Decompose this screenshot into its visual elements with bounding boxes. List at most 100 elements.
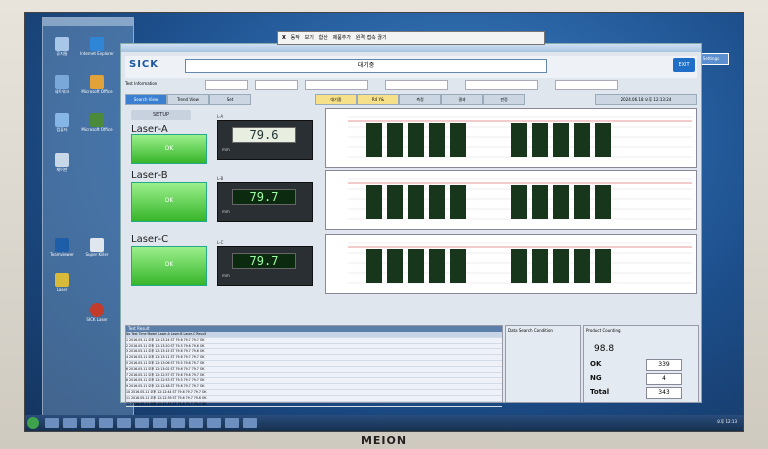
desktop-icon-ie[interactable]: Internet Explorer <box>80 37 114 56</box>
taskbar-app5-icon[interactable] <box>171 418 185 428</box>
desktop-icon-network[interactable]: 네트워크 <box>45 75 79 94</box>
laser-a-ok-panel: OK <box>131 134 207 164</box>
status-judge: 판정 <box>483 94 525 105</box>
info-field-5[interactable] <box>465 80 538 90</box>
desktop-icon-laser[interactable]: Laser <box>45 273 79 292</box>
toolbar-disconnect[interactable]: 원격 접속 끊기 <box>356 35 387 41</box>
tab-search-view[interactable]: Search View <box>125 94 167 105</box>
laser-c-ok-panel: OK <box>131 246 207 286</box>
pulse-bar <box>387 185 403 219</box>
taskbar-clock: 오후 12:13 <box>716 419 737 424</box>
desktop-icon-teamviewer[interactable]: Teamviewer <box>45 238 79 257</box>
taskbar-app8-icon[interactable] <box>225 418 239 428</box>
status-r4: R4 Y& <box>357 94 399 105</box>
taskbar-app4-icon[interactable] <box>153 418 167 428</box>
ok-count-label: OK <box>590 360 602 368</box>
toolbar-view[interactable]: 보기 <box>305 35 314 41</box>
ng-count-value: 4 <box>646 373 682 385</box>
total-count-value: 343 <box>646 387 682 399</box>
laser-a-plot <box>325 108 697 168</box>
laser-row-c: Laser-C OK L-C 79.7 mm <box>125 232 697 294</box>
pulse-bar <box>450 249 466 283</box>
desktop-icon-superkiller[interactable]: Super Killer <box>80 238 114 257</box>
laser-row-a: SETUP Laser-A OK L-A 79.6 mm <box>125 106 697 168</box>
desktop-icon-recycle[interactable]: 휴지통 <box>45 37 79 56</box>
test-info-row: Test Information <box>125 80 697 90</box>
info-field-1[interactable] <box>205 80 248 90</box>
app-header: SICK 대기중 EXIT <box>125 56 697 78</box>
monitor-bezel: 휴지통 Internet Explorer 네트워크 Microsoft Off… <box>0 0 768 449</box>
pulse-bar <box>532 123 548 157</box>
pulse-bar <box>553 185 569 219</box>
tab-trend-view[interactable]: Trend View <box>167 94 209 105</box>
pulse-bar <box>574 249 590 283</box>
pulse-bar <box>595 185 611 219</box>
taskbar-app9-icon[interactable] <box>243 418 257 428</box>
ok-count-value: 339 <box>646 359 682 371</box>
pulse-bar <box>429 185 445 219</box>
taskbar-app2-icon[interactable] <box>117 418 131 428</box>
monitor-brand-logo: MEION <box>360 434 408 447</box>
info-field-2[interactable] <box>255 80 298 90</box>
windows-taskbar: 오후 12:13 <box>25 415 743 431</box>
taskbar-app-icon[interactable] <box>99 418 113 428</box>
taskbar-media-icon[interactable] <box>81 418 95 428</box>
taskbar-app7-icon[interactable] <box>207 418 221 428</box>
pulse-bar <box>366 123 382 157</box>
status-waiting: 대기중 <box>315 94 357 105</box>
pulse-bar <box>553 123 569 157</box>
exit-button[interactable]: EXIT <box>673 58 695 72</box>
laser-a-meter: L-A 79.6 mm <box>217 114 313 160</box>
total-count-label: Total <box>590 388 610 396</box>
result-table: Test Result No Test Time Model Laser-A L… <box>125 325 503 408</box>
bottom-panel: Test Result No Test Time Model Laser-A L… <box>125 325 699 408</box>
pulse-bar <box>574 123 590 157</box>
pulse-bar <box>595 123 611 157</box>
product-counting-panel: Product Counting 98.8 OK 339 NG 4 Total … <box>583 325 699 403</box>
pulse-bar <box>366 185 382 219</box>
desktop-icon-computer[interactable]: 컴퓨터 <box>45 113 79 132</box>
pulse-bar <box>532 249 548 283</box>
pulse-bar <box>511 185 527 219</box>
desktop-icon-office2[interactable]: Microsoft Office <box>80 113 114 132</box>
pulse-bar <box>387 123 403 157</box>
sick-app-window: SICK 대기중 EXIT Test Information Search Vi… <box>120 43 702 408</box>
laser-row-b: Laser-B OK L-B 79.7 mm <box>125 168 697 230</box>
taskbar-app3-icon[interactable] <box>135 418 149 428</box>
taskbar-app6-icon[interactable] <box>189 418 203 428</box>
info-field-4[interactable] <box>385 80 448 90</box>
start-button[interactable] <box>27 417 39 429</box>
info-field-3[interactable] <box>305 80 368 90</box>
pulse-bar <box>511 123 527 157</box>
status-measure: 측정 <box>399 94 441 105</box>
taskbar-folder-icon[interactable] <box>63 418 77 428</box>
taskbar-ie-icon[interactable] <box>45 418 59 428</box>
desktop-icon-office[interactable]: Microsoft Office <box>80 75 114 94</box>
table-row[interactable]: 12 2016.05.11 오후 12:12:35 ST 79.6 79.7 7… <box>126 402 502 408</box>
toolbar-sum[interactable]: 합산 <box>319 35 328 41</box>
pulse-bar <box>532 185 548 219</box>
pulse-bar <box>408 185 424 219</box>
laser-c-meter: L-C 79.7 mm <box>217 240 313 286</box>
pulse-bar <box>553 249 569 283</box>
pulse-bar <box>408 123 424 157</box>
tab-set[interactable]: Set <box>209 94 251 105</box>
toolbar-action[interactable]: 동작 <box>291 35 300 41</box>
view-tabs: Search View Trend View Set 대기중 R4 Y& 측정 … <box>125 94 697 105</box>
laser-b-ok-panel: OK <box>131 182 207 222</box>
ng-count-label: NG <box>590 374 602 382</box>
info-field-6[interactable] <box>555 80 618 90</box>
toolbar-add[interactable]: 제품추가 <box>333 35 351 41</box>
search-condition-title: Data Search Condition <box>508 328 553 333</box>
desktop-icon-sick[interactable]: SICK Laser <box>80 303 114 322</box>
desktop-icon-control[interactable]: 제어판 <box>45 153 79 172</box>
datetime-display: 2024.06.18 오후 12:13:24 <box>595 94 697 105</box>
laser-b-plot <box>325 170 697 230</box>
close-icon[interactable]: X <box>282 35 286 41</box>
laser-b-meter: L-B 79.7 mm <box>217 176 313 222</box>
pulse-bar <box>574 185 590 219</box>
app-titlebar[interactable] <box>121 44 701 52</box>
pulse-bar <box>366 249 382 283</box>
setup-button[interactable]: SETUP <box>131 110 191 120</box>
background-window-titlebar[interactable] <box>43 18 133 26</box>
